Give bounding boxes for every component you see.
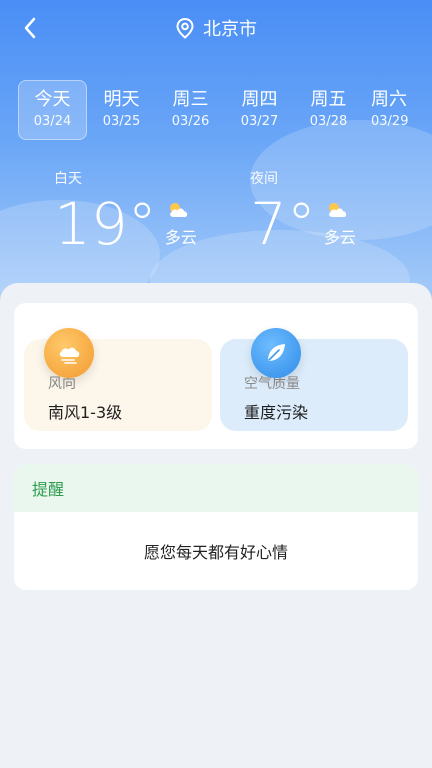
nighttime-condition: 多云 bbox=[323, 228, 356, 247]
day-date: 03/24 bbox=[33, 114, 72, 129]
nighttime-temperature: 7° bbox=[250, 190, 316, 258]
location-selector[interactable]: 北京市 bbox=[175, 15, 257, 41]
wind-cloud-icon bbox=[59, 347, 80, 364]
reminder-card: 提醒 愿您每天都有好心情 bbox=[14, 464, 418, 590]
tab-day-wed[interactable]: 周三 03/26 bbox=[156, 80, 225, 140]
forecast-day-tabs: 今天 03/24 明天 03/25 周三 03/26 周四 03/27 周五 0… bbox=[0, 80, 432, 142]
chevron-left-icon bbox=[24, 17, 36, 39]
nighttime-forecast: 夜间 7° 多云 bbox=[250, 168, 356, 254]
day-date: 03/26 bbox=[171, 114, 210, 129]
leaf-icon bbox=[268, 344, 285, 361]
air-quality-badge bbox=[251, 328, 301, 378]
back-button[interactable] bbox=[18, 16, 42, 40]
daytime-condition: 多云 bbox=[164, 228, 197, 247]
partly-cloudy-icon bbox=[169, 203, 187, 217]
day-date: 03/27 bbox=[240, 114, 279, 129]
day-name: 周四 bbox=[241, 89, 278, 110]
tab-day-today[interactable]: 今天 03/24 bbox=[18, 80, 87, 140]
tab-day-tomorrow[interactable]: 明天 03/25 bbox=[87, 80, 156, 140]
day-name: 今天 bbox=[34, 89, 71, 110]
weather-info-card: 风向 南风1-3级 空气质量 重度污染 bbox=[14, 303, 418, 449]
day-name: 周六 bbox=[371, 89, 407, 110]
tab-day-fri[interactable]: 周五 03/28 bbox=[294, 80, 363, 140]
tab-day-thu[interactable]: 周四 03/27 bbox=[225, 80, 294, 140]
app-header: 北京市 bbox=[0, 0, 432, 56]
daytime-temperature: 19° bbox=[54, 190, 157, 258]
reminder-title: 提醒 bbox=[14, 464, 418, 512]
city-name: 北京市 bbox=[203, 19, 257, 40]
reminder-message: 愿您每天都有好心情 bbox=[143, 543, 288, 562]
daytime-label: 白天 bbox=[54, 171, 82, 187]
location-pin-icon bbox=[176, 17, 194, 39]
air-quality-tile: 空气质量 重度污染 bbox=[220, 339, 408, 431]
content-sheet: 风向 南风1-3级 空气质量 重度污染 提醒 愿您每天都有好心情 bbox=[0, 283, 432, 768]
tab-day-sat[interactable]: 周六 03/29 bbox=[363, 80, 413, 140]
wind-value: 南风1-3级 bbox=[48, 403, 123, 422]
day-date: 03/28 bbox=[309, 114, 348, 129]
air-quality-value: 重度污染 bbox=[244, 403, 309, 422]
daytime-forecast: 白天 19° 多云 bbox=[54, 168, 197, 254]
day-name: 周五 bbox=[310, 89, 347, 110]
wind-badge bbox=[44, 328, 94, 378]
day-name: 周三 bbox=[172, 89, 209, 110]
nighttime-label: 夜间 bbox=[250, 171, 278, 187]
day-date: 03/29 bbox=[371, 114, 409, 129]
day-name: 明天 bbox=[103, 89, 140, 110]
weather-hero: 北京市 今天 03/24 明天 03/25 周三 03/26 周四 03/27 … bbox=[0, 0, 432, 310]
day-date: 03/25 bbox=[102, 114, 141, 129]
partly-cloudy-icon bbox=[328, 203, 347, 217]
